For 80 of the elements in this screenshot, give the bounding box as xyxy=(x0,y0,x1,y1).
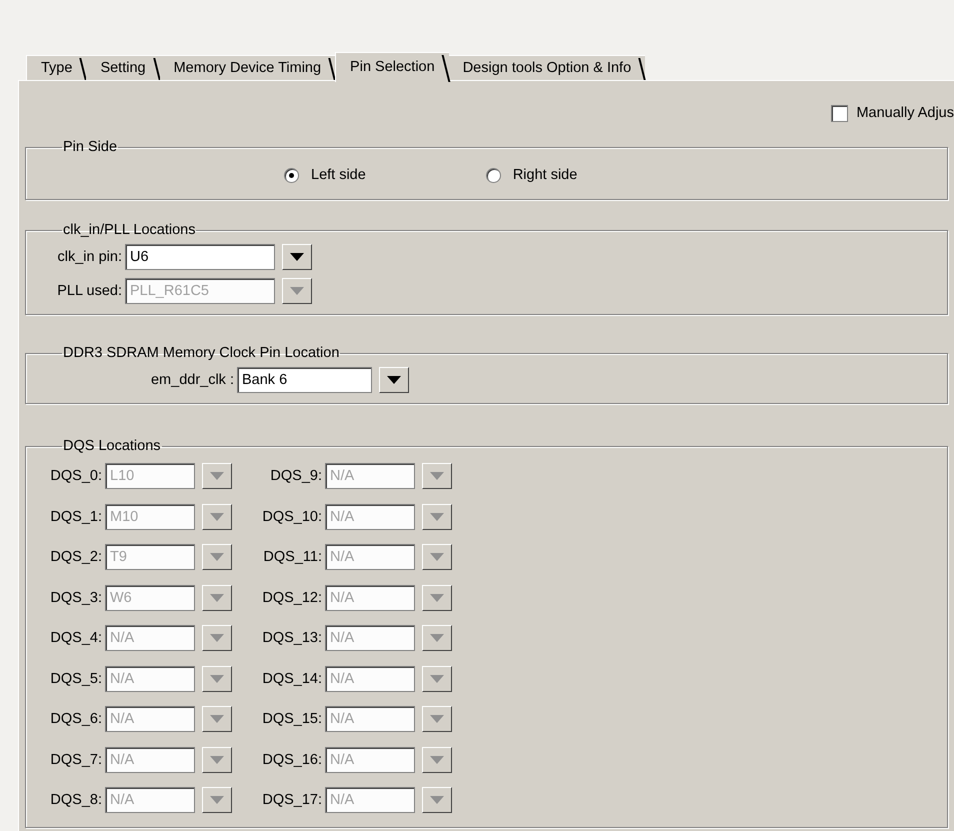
radio-button[interactable] xyxy=(284,168,299,182)
dropdown-arrow-icon xyxy=(210,715,224,724)
dropdown-arrow-icon xyxy=(210,553,224,562)
field-label: DQS_10: xyxy=(261,508,322,525)
radio-button[interactable] xyxy=(486,168,501,182)
dropdown-button[interactable] xyxy=(202,504,232,530)
group-title: DQS Locations xyxy=(62,438,162,454)
dropdown-button[interactable] xyxy=(282,278,312,304)
group-title: DDR3 SDRAM Memory Clock Pin Location xyxy=(62,345,340,361)
dropdown-button[interactable] xyxy=(202,706,232,732)
radio-label: Right side xyxy=(512,167,578,183)
dropdown-arrow-icon xyxy=(430,674,444,683)
dropdown-button[interactable] xyxy=(202,787,232,814)
field-label: DQS_9: xyxy=(269,468,322,484)
combo-field[interactable]: Bank 6 xyxy=(237,367,372,393)
field-label: DQS_15: xyxy=(261,711,322,728)
tab[interactable]: Memory Device Timing xyxy=(160,55,336,80)
field-label: em_ddr_clk : xyxy=(150,372,234,388)
tab[interactable]: Pin Selection xyxy=(335,52,449,82)
field-label: DQS_17: xyxy=(261,792,322,808)
field-label: DQS_7: xyxy=(49,752,102,768)
dropdown-button[interactable] xyxy=(422,504,452,530)
dropdown-arrow-icon xyxy=(430,553,444,562)
dropdown-button[interactable] xyxy=(422,544,452,570)
field-label: DQS_2: xyxy=(49,549,102,566)
dropdown-arrow-icon xyxy=(210,512,224,521)
field-label: DQS_16: xyxy=(261,752,322,768)
field-label: DQS_4: xyxy=(49,630,102,646)
dropdown-arrow-icon xyxy=(430,472,444,480)
tab[interactable]: Type xyxy=(26,55,86,80)
dropdown-arrow-icon xyxy=(210,756,224,764)
dropdown-button[interactable] xyxy=(202,625,232,652)
dropdown-arrow-icon xyxy=(290,253,304,261)
dropdown-button[interactable] xyxy=(422,787,452,814)
dropdown-button[interactable] xyxy=(422,666,452,692)
field-label: DQS_14: xyxy=(261,670,322,687)
field-label: clk_in pin: xyxy=(56,249,122,265)
checkbox[interactable] xyxy=(831,104,848,122)
field-label: DQS_1: xyxy=(49,508,102,525)
field-label: DQS_8: xyxy=(49,792,102,808)
tab[interactable]: Setting xyxy=(86,55,160,80)
radio-label: Left side xyxy=(311,167,366,183)
dropdown-button[interactable] xyxy=(202,544,232,570)
dropdown-arrow-icon xyxy=(387,376,401,384)
dropdown-button[interactable] xyxy=(282,244,312,270)
dropdown-arrow-icon xyxy=(430,796,444,804)
dropdown-button[interactable] xyxy=(379,367,409,393)
dropdown-button[interactable] xyxy=(202,584,232,611)
dropdown-arrow-icon xyxy=(430,634,444,642)
dropdown-button[interactable] xyxy=(422,706,452,732)
dropdown-button[interactable] xyxy=(422,746,452,773)
field-label: PLL used: xyxy=(56,283,122,299)
field-label: DQS_11: xyxy=(262,549,322,566)
dropdown-arrow-icon xyxy=(430,715,444,724)
dropdown-arrow-icon xyxy=(210,594,224,602)
dropdown-button[interactable] xyxy=(202,463,232,490)
tab[interactable]: Design tools Option & Info xyxy=(448,55,646,80)
field-label: DQS_5: xyxy=(49,670,102,687)
dropdown-button[interactable] xyxy=(422,625,452,652)
field-label: DQS_0: xyxy=(49,468,102,484)
dropdown-button[interactable] xyxy=(422,584,452,611)
checkbox-label: Manually Adjus xyxy=(856,105,954,121)
dropdown-arrow-icon xyxy=(290,287,304,295)
dropdown-button[interactable] xyxy=(202,746,232,773)
field-label: DQS_6: xyxy=(49,711,102,728)
group-title: clk_in/PLL Locations xyxy=(62,222,196,238)
dropdown-arrow-icon xyxy=(210,674,224,683)
dropdown-arrow-icon xyxy=(430,512,444,521)
dropdown-arrow-icon xyxy=(210,796,224,804)
dropdown-arrow-icon xyxy=(210,634,224,642)
field-label: DQS_3: xyxy=(49,590,102,606)
dropdown-arrow-icon xyxy=(430,594,444,602)
field-label: DQS_13: xyxy=(261,630,322,646)
field-label: DQS_12: xyxy=(261,590,322,606)
group-title: Pin Side xyxy=(62,139,118,155)
dropdown-button[interactable] xyxy=(202,666,232,692)
combo-field[interactable]: U6 xyxy=(125,244,275,270)
dropdown-arrow-icon xyxy=(210,472,224,480)
dropdown-arrow-icon xyxy=(430,756,444,764)
dropdown-button[interactable] xyxy=(422,463,452,490)
